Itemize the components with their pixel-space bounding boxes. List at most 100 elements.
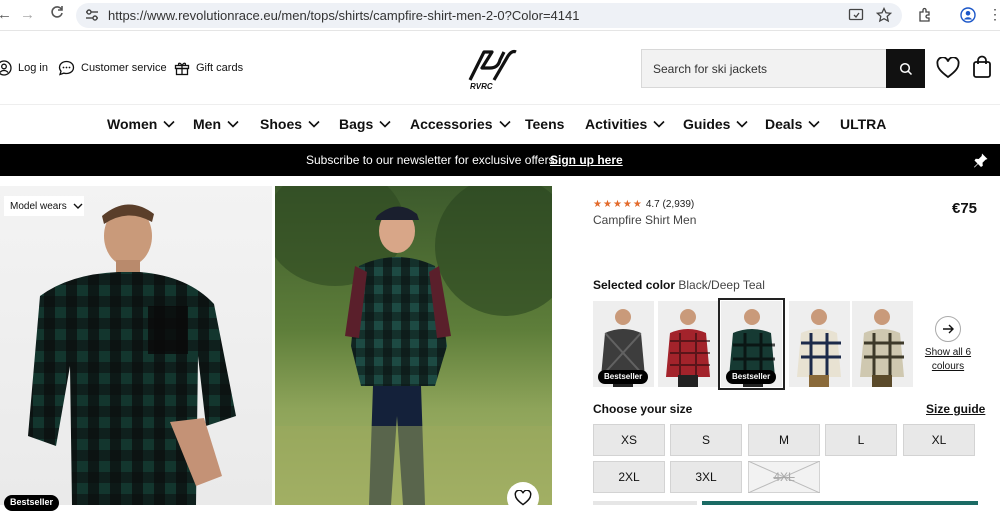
size-option-4xl-unavailable[interactable]: 4XL: [748, 461, 820, 493]
newsletter-signup-link[interactable]: Sign up here: [550, 153, 623, 167]
nav-women[interactable]: Women: [107, 116, 175, 132]
newsletter-banner: Subscribe to our newsletter for exclusiv…: [0, 144, 1000, 176]
model-wears-label: Model wears: [10, 200, 67, 212]
search-field[interactable]: Search for ski jackets: [641, 49, 925, 88]
nav-deals[interactable]: Deals: [765, 116, 820, 132]
customer-service-link[interactable]: Customer service: [58, 60, 167, 76]
nav-accessories-label: Accessories: [410, 116, 493, 132]
add-to-cart-button[interactable]: [702, 501, 978, 505]
add-to-wishlist-button[interactable]: [507, 482, 539, 514]
newsletter-text: Subscribe to our newsletter for exclusiv…: [306, 153, 558, 167]
forward-icon[interactable]: →: [20, 6, 35, 23]
search-button[interactable]: [886, 49, 925, 88]
chat-bubble-icon: [58, 60, 75, 76]
back-icon[interactable]: ←: [0, 6, 12, 23]
cart-bag-icon[interactable]: [972, 55, 992, 84]
nav-deals-label: Deals: [765, 116, 803, 132]
color-swatch-grey-plaid[interactable]: Bestseller: [593, 301, 654, 387]
star-icon: ★: [612, 199, 622, 210]
logo-text: RVRC: [470, 82, 493, 90]
show-all-colours[interactable]: Show all 6 colours: [923, 316, 973, 374]
nav-teens[interactable]: Teens: [525, 116, 564, 132]
chevron-down-icon: [498, 120, 511, 128]
swatch-bestseller-badge: Bestseller: [598, 370, 649, 384]
address-bar[interactable]: https://www.revolutionrace.eu/men/tops/s…: [76, 3, 902, 28]
nav-ultra[interactable]: ULTRA: [840, 116, 886, 132]
selected-color: Selected color Black/Deep Teal: [593, 278, 765, 292]
user-icon: [0, 60, 12, 76]
nav-guides[interactable]: Guides: [683, 116, 749, 132]
pin-icon[interactable]: [973, 152, 989, 173]
login-link[interactable]: Log in: [0, 60, 48, 76]
size-option-l[interactable]: L: [825, 424, 897, 456]
arrow-right-icon: [935, 316, 961, 342]
heart-icon: [514, 490, 532, 506]
selected-color-label: Selected color: [593, 278, 676, 292]
site-info-icon[interactable]: [85, 7, 99, 28]
customer-service-label: Customer service: [81, 62, 167, 74]
bestseller-badge: Bestseller: [4, 495, 60, 511]
rating-stars[interactable]: ★ ★ ★ ★ ★ 4.7 (2,939): [593, 199, 694, 210]
selected-color-value: Black/Deep Teal: [678, 278, 765, 292]
size-option-s[interactable]: S: [670, 424, 742, 456]
gift-cards-label: Gift cards: [196, 62, 244, 74]
chevron-down-icon: [308, 120, 320, 128]
model-outdoor-photo: [275, 186, 552, 505]
quantity-selector[interactable]: [593, 501, 697, 505]
nav-ultra-label: ULTRA: [840, 116, 887, 132]
size-option-xl[interactable]: XL: [903, 424, 975, 456]
menu-icon[interactable]: ⋮: [988, 6, 1000, 23]
chevron-down-icon: [163, 120, 175, 128]
reload-icon[interactable]: [50, 5, 64, 23]
nav-activities-label: Activities: [585, 116, 648, 132]
chevron-down-icon: [379, 120, 391, 128]
nav-bags-label: Bags: [339, 116, 374, 132]
nav-teens-label: Teens: [525, 116, 565, 132]
color-swatch-red-plaid[interactable]: [658, 301, 719, 387]
size-option-2xl[interactable]: 2XL: [593, 461, 665, 493]
size-4xl-label: 4XL: [773, 470, 795, 484]
product-image-studio[interactable]: Model wears: [0, 186, 272, 505]
browser-toolbar: ← → https://www.revolutionrace.eu/men/to…: [0, 0, 1000, 31]
nav-accessories[interactable]: Accessories: [410, 116, 511, 132]
star-icon: ★: [593, 199, 602, 210]
model-studio-photo: [28, 204, 236, 505]
gift-icon: [174, 62, 190, 76]
star-icon: ★: [622, 199, 632, 210]
extensions-icon[interactable]: [917, 7, 933, 28]
star-icon: ★: [602, 199, 612, 210]
product-name: Campfire Shirt Men: [593, 213, 697, 227]
site-header: Log in Customer service Gift cards RVRC …: [0, 32, 1000, 104]
nav-shoes-label: Shoes: [260, 116, 303, 132]
color-swatch-navy-cream-plaid[interactable]: [789, 301, 850, 387]
nav-men-label: Men: [193, 116, 221, 132]
color-swatch-black-deep-teal[interactable]: Bestseller: [718, 298, 785, 390]
show-all-colours-label: Show all 6 colours: [924, 347, 972, 372]
bookmark-star-icon[interactable]: [875, 6, 893, 28]
chevron-down-icon: [736, 120, 749, 128]
chevron-down-icon: [227, 120, 239, 128]
rvrc-logo[interactable]: RVRC: [464, 46, 520, 95]
wishlist-heart-icon[interactable]: [936, 56, 960, 84]
size-title: Choose your size: [593, 402, 693, 416]
url-text[interactable]: https://www.revolutionrace.eu/men/tops/s…: [108, 8, 579, 23]
size-option-m[interactable]: M: [748, 424, 820, 456]
nav-men[interactable]: Men: [193, 116, 239, 132]
size-option-3xl[interactable]: 3XL: [670, 461, 742, 493]
search-placeholder: Search for ski jackets: [653, 62, 768, 76]
product-image-outdoor[interactable]: [275, 186, 552, 505]
nav-shoes[interactable]: Shoes: [260, 116, 320, 132]
size-option-xs[interactable]: XS: [593, 424, 665, 456]
profile-icon[interactable]: [960, 7, 976, 28]
login-label: Log in: [18, 62, 48, 74]
rating-text: 4.7 (2,939): [645, 199, 695, 210]
size-guide-link[interactable]: Size guide: [926, 402, 985, 416]
color-swatch-olive-plaid[interactable]: [852, 301, 913, 387]
nav-activities[interactable]: Activities: [585, 116, 665, 132]
model-wears-dropdown[interactable]: Model wears: [4, 196, 84, 216]
search-icon: [899, 62, 912, 75]
gift-cards-link[interactable]: Gift cards: [174, 60, 243, 76]
product-price: €75: [952, 200, 978, 217]
cast-icon[interactable]: [848, 7, 864, 28]
nav-bags[interactable]: Bags: [339, 116, 391, 132]
